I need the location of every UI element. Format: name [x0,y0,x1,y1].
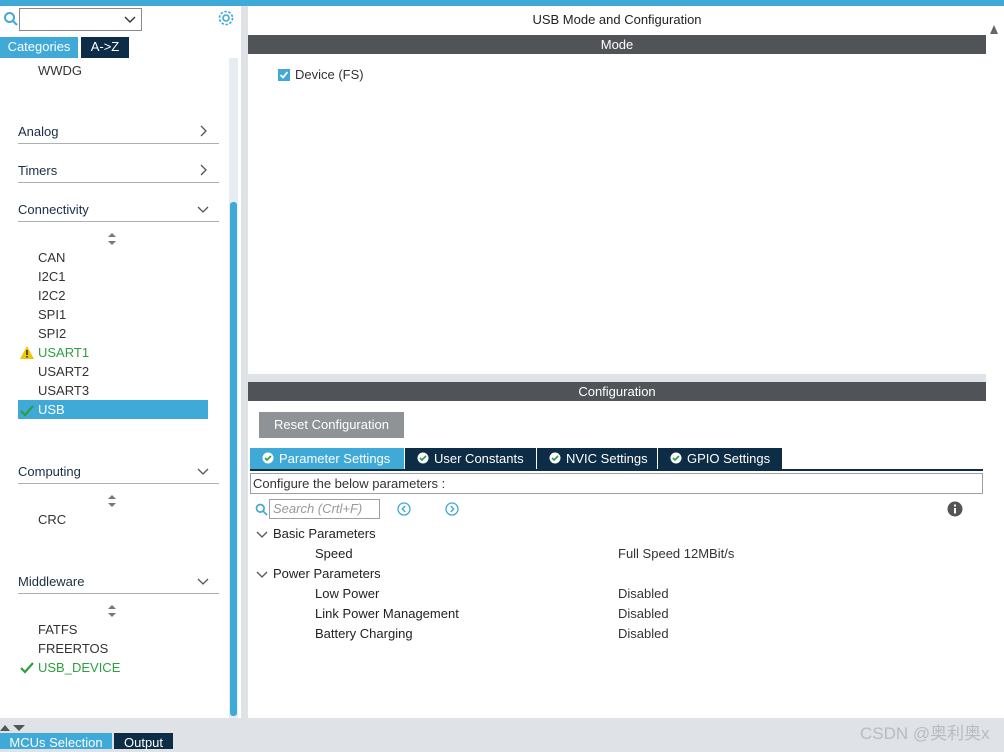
list-item-fatfs[interactable]: FATFS [38,622,77,637]
info-icon[interactable] [947,501,963,517]
param-value-low-power[interactable]: Disabled [618,586,669,601]
param-name-link-power-management[interactable]: Link Power Management [315,606,459,621]
check-icon [279,71,289,79]
tab-label: Parameter Settings [279,451,391,466]
list-item-spi2[interactable]: SPI2 [38,326,66,341]
list-item-usart1[interactable]: USART1 [38,345,89,360]
tab-label: User Constants [434,451,524,466]
tab-user-constants[interactable]: User Constants [405,448,536,469]
check-circle-icon [549,452,561,464]
parameter-search-input[interactable]: Search (Crtl+F) [269,499,380,519]
tab-a-to-z[interactable]: A->Z [81,37,129,58]
left-scrollbar[interactable] [229,58,238,718]
list-item-spi1[interactable]: SPI1 [38,307,66,322]
list-item-i2c1[interactable]: I2C1 [38,269,65,284]
left-panel: Categories A->Z WWDG Analog Timers Conne… [0,6,241,718]
list-item-wwdg[interactable]: WWDG [38,63,82,78]
category-timers[interactable]: Timers [18,161,219,183]
tab-output[interactable]: Output [114,733,173,750]
warning-icon [20,346,34,359]
configuration-header: Configuration [248,382,986,401]
chevron-down-icon[interactable] [256,528,268,540]
chevron-down-icon[interactable] [256,568,268,580]
previous-result-icon[interactable] [397,502,411,516]
tab-nvic-settings[interactable]: NVIC Settings [537,448,657,469]
scrollbar-thumb[interactable] [230,202,237,716]
list-item-freertos[interactable]: FREERTOS [38,641,108,656]
page-title: USB Mode and Configuration [532,12,702,27]
list-item-i2c2[interactable]: I2C2 [38,288,65,303]
chevron-right-icon [200,125,207,137]
chevron-down-icon [197,206,209,213]
list-item-usb-device[interactable]: USB_DEVICE [38,660,120,675]
mode-panel: USB Mode and Configuration Mode Device (… [248,6,986,374]
arrow-up-icon[interactable] [989,24,999,36]
device-fs-label[interactable]: Device (FS) [295,67,364,82]
category-computing[interactable]: Computing [18,462,219,484]
filter-combobox[interactable] [19,8,142,31]
list-item-crc[interactable]: CRC [38,512,66,527]
list-item-can[interactable]: CAN [38,250,65,265]
list-item-usart2[interactable]: USART2 [38,364,89,379]
chevron-right-icon [200,164,207,176]
list-item-usart3[interactable]: USART3 [38,383,89,398]
param-value-link-power-management[interactable]: Disabled [618,606,669,621]
param-name-battery-charging[interactable]: Battery Charging [315,626,413,641]
watermark: CSDN @奥利奥x [860,724,990,743]
chevron-down-icon [124,16,136,23]
list-item-usb[interactable]: USB [38,402,65,417]
chevron-down-icon [197,468,209,475]
check-icon [20,662,34,674]
category-label: Timers [18,163,58,178]
param-value-speed[interactable]: Full Speed 12MBit/s [618,546,734,561]
group-power-parameters[interactable]: Power Parameters [273,566,381,581]
search-icon[interactable] [3,11,19,27]
category-connectivity[interactable]: Connectivity [18,200,219,222]
tabs-underline [250,469,983,471]
check-circle-icon [670,452,682,464]
reset-configuration-button[interactable]: Reset Configuration [259,412,404,438]
chevron-down-icon [197,578,209,585]
tab-label: GPIO Settings [687,451,771,466]
group-basic-parameters[interactable]: Basic Parameters [273,526,376,541]
check-icon [20,405,34,417]
sort-icon[interactable] [107,604,117,618]
tab-label: NVIC Settings [566,451,648,466]
category-analog[interactable]: Analog [18,122,219,144]
device-fs-checkbox[interactable] [278,69,290,81]
category-label: Analog [18,124,59,139]
param-name-low-power[interactable]: Low Power [315,586,379,601]
tab-parameter-settings[interactable]: Parameter Settings [250,448,404,469]
category-label: Connectivity [18,202,89,217]
param-name-speed[interactable]: Speed [315,546,353,561]
tab-mcus-selection[interactable]: MCUs Selection [0,733,112,750]
right-scrollbar[interactable] [986,6,1004,718]
tab-gpio-settings[interactable]: GPIO Settings [658,448,782,469]
panel-toggle-icon[interactable] [0,722,30,732]
configuration-panel: Configuration Reset Configuration Parame… [248,382,986,718]
category-label: Middleware [18,574,85,589]
tab-categories[interactable]: Categories [0,37,78,58]
check-circle-icon [262,452,274,464]
category-middleware[interactable]: Middleware [18,572,219,594]
param-value-battery-charging[interactable]: Disabled [618,626,669,641]
sort-icon[interactable] [107,232,117,246]
category-label: Computing [18,464,81,479]
search-icon[interactable] [255,503,268,516]
next-result-icon[interactable] [445,502,459,516]
sort-icon[interactable] [107,494,117,508]
instructions-box: Configure the below parameters : [250,473,983,494]
mode-header: Mode [248,35,986,54]
check-circle-icon [417,452,429,464]
gear-icon[interactable] [217,9,235,27]
left-search-row [0,6,241,37]
